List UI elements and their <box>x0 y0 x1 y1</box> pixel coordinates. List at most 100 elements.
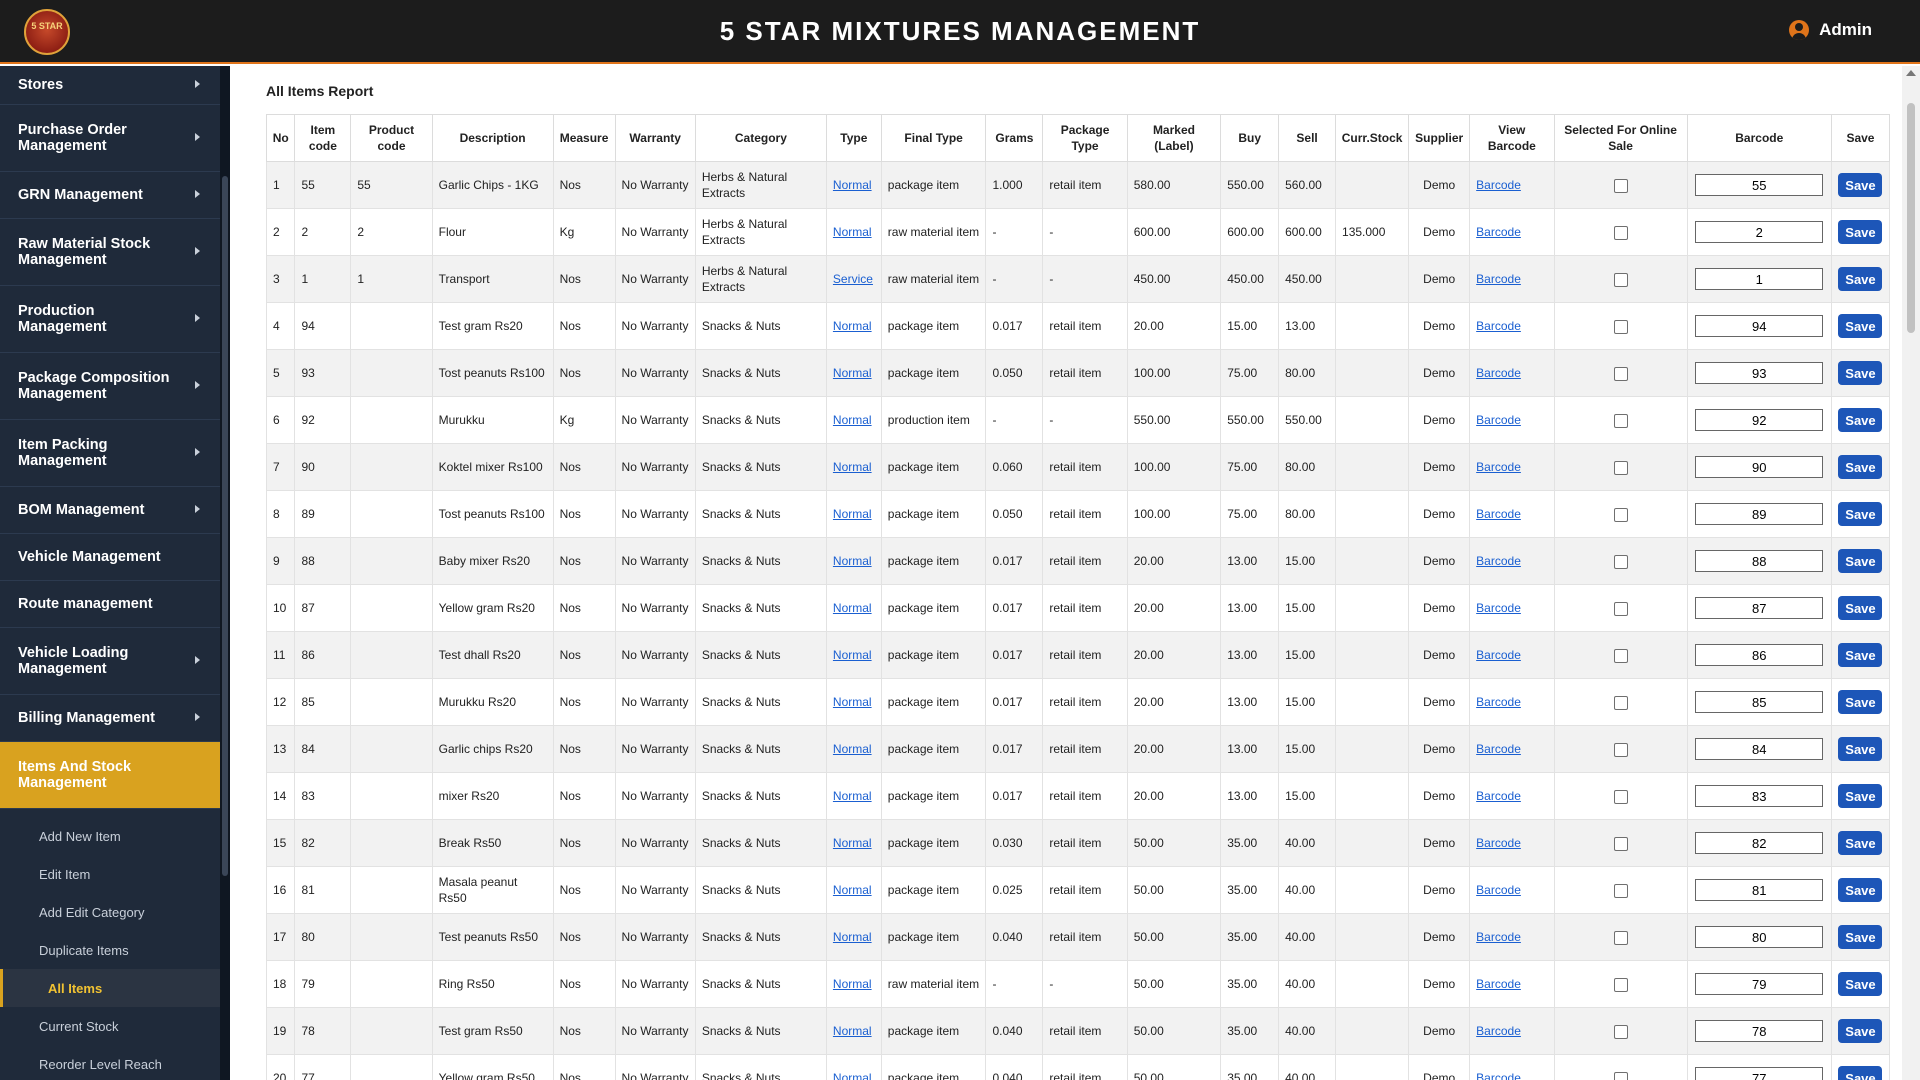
type-link[interactable]: Normal <box>833 648 872 662</box>
barcode-input[interactable] <box>1695 221 1824 243</box>
online-sale-checkbox[interactable] <box>1613 366 1628 381</box>
save-button[interactable]: Save <box>1838 361 1883 385</box>
barcode-input[interactable] <box>1695 409 1824 431</box>
online-sale-checkbox[interactable] <box>1613 178 1628 193</box>
view-barcode-link[interactable]: Barcode <box>1476 648 1521 662</box>
type-link[interactable]: Normal <box>833 413 872 427</box>
view-barcode-link[interactable]: Barcode <box>1476 272 1521 286</box>
save-button[interactable]: Save <box>1838 690 1883 714</box>
type-link[interactable]: Service <box>833 272 873 286</box>
barcode-input[interactable] <box>1695 268 1824 290</box>
online-sale-checkbox[interactable] <box>1613 695 1628 710</box>
barcode-input[interactable] <box>1695 1020 1824 1042</box>
online-sale-checkbox[interactable] <box>1613 836 1628 851</box>
view-barcode-link[interactable]: Barcode <box>1476 366 1521 380</box>
save-button[interactable]: Save <box>1838 831 1883 855</box>
sidebar-item-package-composition[interactable]: Package Composition Management <box>0 353 220 420</box>
save-button[interactable]: Save <box>1838 1066 1883 1080</box>
online-sale-checkbox[interactable] <box>1613 601 1628 616</box>
sidebar-item-stores[interactable]: Stores <box>0 66 220 105</box>
save-button[interactable]: Save <box>1838 737 1883 761</box>
submenu-add-new-item[interactable]: Add New Item <box>0 817 220 855</box>
barcode-input[interactable] <box>1695 926 1824 948</box>
save-button[interactable]: Save <box>1838 878 1883 902</box>
view-barcode-link[interactable]: Barcode <box>1476 554 1521 568</box>
barcode-input[interactable] <box>1695 738 1824 760</box>
type-link[interactable]: Normal <box>833 883 872 897</box>
online-sale-checkbox[interactable] <box>1613 413 1628 428</box>
view-barcode-link[interactable]: Barcode <box>1476 977 1521 991</box>
submenu-reorder-level-reach[interactable]: Reorder Level Reach <box>0 1045 220 1080</box>
sidebar-item-item-packing[interactable]: Item Packing Management <box>0 420 220 487</box>
type-link[interactable]: Normal <box>833 178 872 192</box>
save-button[interactable]: Save <box>1838 643 1883 667</box>
sidebar-item-purchase-order[interactable]: Purchase Order Management <box>0 105 220 172</box>
type-link[interactable]: Normal <box>833 695 872 709</box>
save-button[interactable]: Save <box>1838 314 1883 338</box>
view-barcode-link[interactable]: Barcode <box>1476 413 1521 427</box>
online-sale-checkbox[interactable] <box>1613 225 1628 240</box>
view-barcode-link[interactable]: Barcode <box>1476 601 1521 615</box>
online-sale-checkbox[interactable] <box>1613 930 1628 945</box>
type-link[interactable]: Normal <box>833 460 872 474</box>
type-link[interactable]: Normal <box>833 1071 872 1080</box>
save-button[interactable]: Save <box>1838 549 1883 573</box>
barcode-input[interactable] <box>1695 503 1824 525</box>
save-button[interactable]: Save <box>1838 173 1883 197</box>
sidebar-scrollbar-thumb[interactable] <box>222 176 228 876</box>
submenu-edit-item[interactable]: Edit Item <box>0 855 220 893</box>
view-barcode-link[interactable]: Barcode <box>1476 930 1521 944</box>
save-button[interactable]: Save <box>1838 267 1883 291</box>
online-sale-checkbox[interactable] <box>1613 883 1628 898</box>
scroll-up-arrow-icon[interactable] <box>1906 70 1916 76</box>
barcode-input[interactable] <box>1695 785 1824 807</box>
view-barcode-link[interactable]: Barcode <box>1476 883 1521 897</box>
type-link[interactable]: Normal <box>833 601 872 615</box>
online-sale-checkbox[interactable] <box>1613 272 1628 287</box>
online-sale-checkbox[interactable] <box>1613 1071 1628 1080</box>
save-button[interactable]: Save <box>1838 502 1883 526</box>
barcode-input[interactable] <box>1695 315 1824 337</box>
sidebar-item-vehicle[interactable]: Vehicle Management <box>0 534 220 581</box>
barcode-input[interactable] <box>1695 691 1824 713</box>
sidebar-item-production[interactable]: Production Management <box>0 286 220 353</box>
type-link[interactable]: Normal <box>833 507 872 521</box>
barcode-input[interactable] <box>1695 174 1824 196</box>
view-barcode-link[interactable]: Barcode <box>1476 225 1521 239</box>
barcode-input[interactable] <box>1695 362 1824 384</box>
save-button[interactable]: Save <box>1838 455 1883 479</box>
online-sale-checkbox[interactable] <box>1613 742 1628 757</box>
save-button[interactable]: Save <box>1838 596 1883 620</box>
submenu-current-stock[interactable]: Current Stock <box>0 1007 220 1045</box>
save-button[interactable]: Save <box>1838 1019 1883 1043</box>
view-barcode-link[interactable]: Barcode <box>1476 742 1521 756</box>
barcode-input[interactable] <box>1695 1067 1824 1080</box>
save-button[interactable]: Save <box>1838 408 1883 432</box>
online-sale-checkbox[interactable] <box>1613 977 1628 992</box>
online-sale-checkbox[interactable] <box>1613 507 1628 522</box>
view-barcode-link[interactable]: Barcode <box>1476 178 1521 192</box>
type-link[interactable]: Normal <box>833 225 872 239</box>
view-barcode-link[interactable]: Barcode <box>1476 789 1521 803</box>
sidebar-item-route[interactable]: Route management <box>0 581 220 628</box>
online-sale-checkbox[interactable] <box>1613 789 1628 804</box>
type-link[interactable]: Normal <box>833 789 872 803</box>
type-link[interactable]: Normal <box>833 977 872 991</box>
view-barcode-link[interactable]: Barcode <box>1476 460 1521 474</box>
submenu-add-edit-category[interactable]: Add Edit Category <box>0 893 220 931</box>
online-sale-checkbox[interactable] <box>1613 319 1628 334</box>
barcode-input[interactable] <box>1695 550 1824 572</box>
save-button[interactable]: Save <box>1838 784 1883 808</box>
barcode-input[interactable] <box>1695 879 1824 901</box>
sidebar-item-billing[interactable]: Billing Management <box>0 695 220 742</box>
save-button[interactable]: Save <box>1838 220 1883 244</box>
online-sale-checkbox[interactable] <box>1613 648 1628 663</box>
save-button[interactable]: Save <box>1838 972 1883 996</box>
online-sale-checkbox[interactable] <box>1613 1024 1628 1039</box>
view-barcode-link[interactable]: Barcode <box>1476 836 1521 850</box>
submenu-all-items[interactable]: All Items <box>0 969 220 1007</box>
view-barcode-link[interactable]: Barcode <box>1476 695 1521 709</box>
save-button[interactable]: Save <box>1838 925 1883 949</box>
barcode-input[interactable] <box>1695 973 1824 995</box>
view-barcode-link[interactable]: Barcode <box>1476 1071 1521 1080</box>
